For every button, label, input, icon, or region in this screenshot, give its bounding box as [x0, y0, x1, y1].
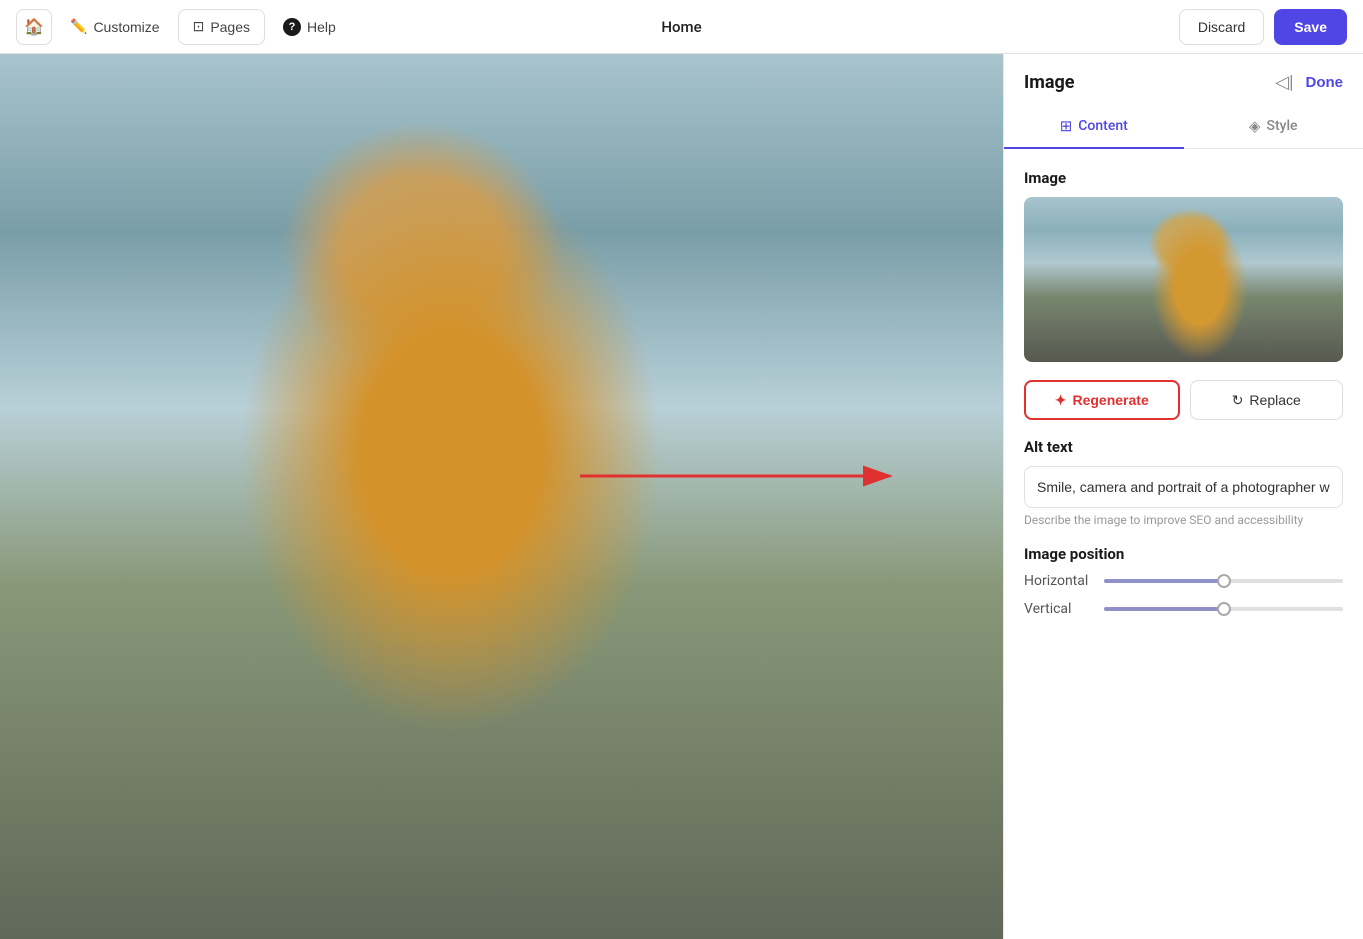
alt-text-input[interactable]: [1024, 466, 1343, 508]
canvas: [0, 54, 1003, 939]
pencil-icon: ✏️: [70, 18, 87, 35]
horizontal-label: Horizontal: [1024, 573, 1092, 589]
image-position-label: Image position: [1024, 545, 1343, 563]
tab-content[interactable]: ⊞ Content: [1004, 107, 1184, 149]
photographer-image: [0, 54, 1003, 939]
customize-button[interactable]: ✏️ Customize: [60, 9, 170, 45]
replace-icon: ↻: [1232, 392, 1244, 409]
done-button[interactable]: Done: [1306, 74, 1344, 91]
horizontal-slider-thumb[interactable]: [1217, 574, 1231, 588]
regenerate-button[interactable]: ✦ Regenerate: [1024, 380, 1180, 420]
vertical-label: Vertical: [1024, 601, 1092, 617]
alt-text-hint: Describe the image to improve SEO and ac…: [1024, 513, 1343, 527]
image-thumbnail: [1024, 197, 1343, 362]
tab-style[interactable]: ◈ Style: [1184, 107, 1363, 149]
pages-icon: ⊡: [193, 18, 205, 35]
sparkle-icon: ✦: [1055, 392, 1067, 409]
save-button[interactable]: Save: [1274, 9, 1347, 45]
style-tab-icon: ◈: [1249, 117, 1261, 135]
alt-text-section: Alt text Describe the image to improve S…: [1024, 438, 1343, 527]
photo-background: [0, 54, 1003, 939]
vertical-slider-fill: [1104, 607, 1224, 611]
home-button[interactable]: 🏠: [16, 9, 52, 45]
horizontal-slider-track: [1104, 579, 1343, 583]
toolbar-right: Discard Save: [1179, 9, 1347, 45]
image-section: Image: [1024, 169, 1343, 362]
image-panel: Image ◁| Done ⊞ Content ◈ Style Image: [1003, 54, 1363, 939]
page-title: Home: [661, 18, 701, 36]
action-buttons: ✦ Regenerate ↻ Replace: [1024, 380, 1343, 420]
panel-content: Image ✦ Regenerate ↻ Replace Alt t: [1004, 149, 1363, 649]
image-position-section: Image position Horizontal Vertical: [1024, 545, 1343, 629]
discard-button[interactable]: Discard: [1179, 9, 1264, 45]
vertical-position-row: Vertical: [1024, 601, 1343, 617]
alt-text-label: Alt text: [1024, 438, 1343, 456]
help-icon: ?: [283, 18, 301, 36]
home-icon: 🏠: [24, 17, 44, 37]
vertical-slider-track: [1104, 607, 1343, 611]
horizontal-position-row: Horizontal: [1024, 573, 1343, 589]
speaker-icon[interactable]: ◁|: [1275, 72, 1293, 93]
horizontal-slider-fill: [1104, 579, 1224, 583]
image-section-label: Image: [1024, 169, 1343, 187]
main-area: Image ◁| Done ⊞ Content ◈ Style Image: [0, 54, 1363, 939]
toolbar: 🏠 ✏️ Customize ⊡ Pages ? Help Home Disca…: [0, 0, 1363, 54]
panel-tabs: ⊞ Content ◈ Style: [1004, 107, 1363, 149]
thumbnail-inner: [1024, 197, 1343, 362]
replace-button[interactable]: ↻ Replace: [1190, 380, 1344, 420]
vertical-slider-thumb[interactable]: [1217, 602, 1231, 616]
help-button[interactable]: ? Help: [273, 9, 346, 45]
pages-button[interactable]: ⊡ Pages: [178, 9, 265, 45]
panel-header-actions: ◁| Done: [1275, 72, 1343, 93]
panel-title: Image: [1024, 72, 1075, 93]
toolbar-left: 🏠 ✏️ Customize ⊡ Pages ? Help: [16, 9, 346, 45]
content-tab-icon: ⊞: [1060, 117, 1073, 135]
panel-header: Image ◁| Done: [1004, 54, 1363, 93]
